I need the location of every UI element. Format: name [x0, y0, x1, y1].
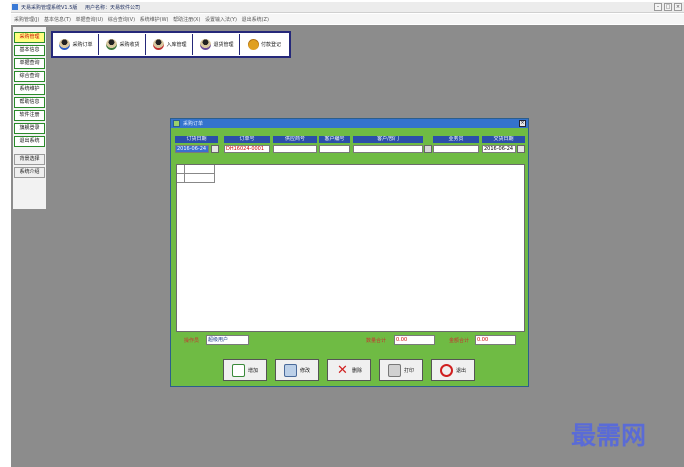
maximize-icon[interactable]: □ — [664, 3, 672, 11]
print-button[interactable]: 打印 — [379, 359, 423, 381]
toolbar-receive[interactable]: 采购收货 — [101, 34, 146, 55]
nav-general-query[interactable]: 综合查询 — [14, 71, 45, 82]
header-customer-dept: 客户/部门 — [353, 136, 423, 143]
app-title: 天易采购管理系统V1.5版 — [21, 5, 78, 11]
grid-cell[interactable] — [185, 174, 215, 183]
delivery-date-field[interactable]: 2016-06-24 — [482, 145, 516, 153]
grid-row-header — [177, 174, 185, 183]
nav-panel: 采购管理 基本信息 单据查询 综合查询 系统维护 帮助信息 软件注册 旗舰登录 … — [13, 27, 46, 209]
amount-total-label: 金额合计 — [449, 338, 470, 344]
amount-total-field: 0.00 — [475, 335, 516, 345]
header-supplier-no: 供应商号 — [273, 136, 317, 143]
menu-bar: 采购管理(J) 基本信息(T) 单据查询(U) 综合查询(V) 系统维护(W) … — [11, 14, 684, 24]
menu-purchase[interactable]: 采购管理(J) — [14, 16, 39, 23]
delete-button[interactable]: ✕ 删除 — [327, 359, 371, 381]
menu-general-query[interactable]: 综合查询(V) — [108, 16, 135, 23]
dialog-close-icon[interactable]: × — [519, 120, 526, 127]
calendar-icon[interactable] — [517, 145, 525, 153]
purchase-order-dialog: 采购订单 × 订货日期 订单号 供应商号 客户编号 客户/部门 业务员 交货日期… — [170, 118, 529, 387]
title-bar: 天易采购管理系统V1.5版 用户名称：天易软件公司 – □ × — [11, 2, 684, 13]
grid-cell[interactable] — [185, 165, 215, 174]
watermark-logo: 最需网 — [571, 421, 647, 450]
nav-help[interactable]: 帮助信息 — [14, 97, 45, 108]
person-receive-icon — [106, 39, 118, 50]
app-window: 天易采购管理系统V1.5版 用户名称：天易软件公司 – □ × 采购管理(J) … — [0, 0, 684, 467]
person-stock-in-icon — [153, 39, 165, 50]
toolbar-stock-in[interactable]: 入库管理 — [148, 34, 193, 55]
delete-x-icon: ✕ — [337, 362, 348, 378]
nav-background[interactable]: 背景选择 — [14, 154, 45, 165]
order-items-grid[interactable] — [176, 164, 525, 332]
toolbar-return[interactable]: 退货管理 — [195, 34, 240, 55]
operator-label: 操作员 — [184, 338, 200, 344]
toolbar-purchase-order[interactable]: 采购订单 — [54, 34, 99, 55]
header-order-no: 订单号 — [224, 136, 270, 143]
window-title: 天易采购管理系统V1.5版 用户名称：天易软件公司 — [21, 4, 140, 11]
add-button[interactable]: 增加 — [223, 359, 267, 381]
grid-row-header — [177, 165, 185, 174]
dialog-title: 采购订单 — [183, 121, 204, 127]
printer-icon — [387, 363, 401, 377]
nav-register[interactable]: 软件注册 — [14, 110, 45, 121]
lookup-icon[interactable] — [424, 145, 432, 153]
menu-basic-info[interactable]: 基本信息(T) — [44, 16, 71, 23]
toolbar-payment[interactable]: 付款登记 — [242, 34, 287, 55]
menu-doc-query[interactable]: 单据查询(U) — [76, 16, 104, 23]
person-return-icon — [200, 39, 212, 50]
edit-doc-icon — [283, 363, 297, 377]
header-delivery-date: 交货日期 — [482, 136, 525, 143]
order-header: 订货日期 订单号 供应商号 客户编号 客户/部门 业务员 交货日期 2016-0… — [175, 136, 525, 153]
operator-field: 超级用户 — [206, 335, 249, 345]
edit-button[interactable]: 修改 — [275, 359, 319, 381]
minimize-icon[interactable]: – — [654, 3, 662, 11]
nav-system[interactable]: 系统维护 — [14, 84, 45, 95]
menu-system[interactable]: 系统维护(W) — [140, 16, 169, 23]
money-bag-icon — [247, 39, 259, 50]
toolbar: 采购订单 采购收货 入库管理 退货管理 付款登记 — [51, 31, 291, 58]
customer-dept-field[interactable] — [353, 145, 423, 153]
customer-no-field[interactable] — [319, 145, 350, 153]
menu-help[interactable]: 帮助注册(X) — [173, 16, 200, 23]
order-date-field[interactable]: 2016-06-24 — [175, 145, 209, 153]
nav-purchase[interactable]: 采购管理 — [14, 32, 45, 43]
nav-about[interactable]: 系统介绍 — [14, 167, 45, 178]
company-name: 用户名称：天易软件公司 — [84, 5, 140, 11]
calendar-icon[interactable] — [211, 145, 219, 153]
add-doc-icon — [231, 363, 245, 377]
exit-button[interactable]: 退出 — [431, 359, 475, 381]
person-cart-icon — [59, 39, 71, 50]
menu-input-method[interactable]: 设置输入法(Y) — [205, 16, 237, 23]
app-icon — [12, 4, 18, 10]
nav-exit[interactable]: 退出系统 — [14, 136, 45, 147]
header-customer-no: 客户编号 — [319, 136, 350, 143]
header-order-date: 订货日期 — [175, 136, 218, 143]
qty-total-field: 0.00 — [394, 335, 435, 345]
salesperson-select[interactable] — [433, 145, 479, 153]
order-no-field[interactable]: DH16024-0001 — [224, 145, 270, 153]
close-icon[interactable]: × — [674, 3, 682, 11]
header-salesperson: 业务员 — [433, 136, 479, 143]
dialog-title-bar: 采购订单 × — [171, 119, 528, 128]
menu-exit[interactable]: 退出系统(Z) — [242, 16, 269, 23]
dialog-app-icon — [173, 120, 180, 127]
supplier-no-field[interactable] — [273, 145, 317, 153]
nav-doc-query[interactable]: 单据查询 — [14, 58, 45, 69]
no-entry-icon — [439, 363, 453, 377]
qty-total-label: 数量合计 — [366, 338, 387, 344]
nav-basic-info[interactable]: 基本信息 — [14, 45, 45, 56]
nav-flagship-login[interactable]: 旗舰登录 — [14, 123, 45, 134]
